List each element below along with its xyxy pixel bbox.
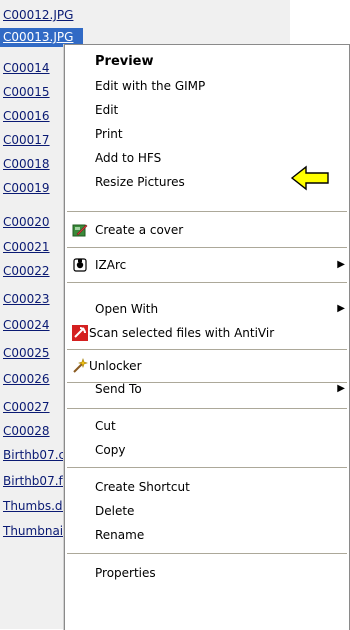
file-item[interactable]: Birthb07.ctl xyxy=(0,446,73,465)
menu-item-label: Properties xyxy=(95,566,156,580)
file-item[interactable]: C00021 xyxy=(0,238,50,257)
menu-item-label: Add to HFS xyxy=(95,151,162,165)
file-item[interactable]: C00023 xyxy=(0,290,50,309)
menu-item-print[interactable]: Print xyxy=(65,122,349,146)
menu-item-label: Cut xyxy=(95,419,116,433)
file-item[interactable]: C00014 xyxy=(0,59,50,78)
menu-item-create-shortcut[interactable]: Create Shortcut xyxy=(65,475,349,499)
yellow-left-arrow-icon xyxy=(290,164,330,192)
menu-item-open-with[interactable]: Open With ▶ xyxy=(65,297,349,321)
file-item[interactable]: C00018 xyxy=(0,155,50,174)
file-item[interactable]: C00028 xyxy=(0,422,50,441)
menu-separator xyxy=(67,553,347,554)
menu-item-label: IZArc xyxy=(95,258,127,272)
submenu-arrow-icon: ▶ xyxy=(337,259,345,270)
menu-separator xyxy=(67,247,347,248)
antivir-umbrella-icon xyxy=(72,325,88,341)
menu-item-label: Resize Pictures xyxy=(95,175,185,189)
menu-item-label: Edit with the GIMP xyxy=(95,79,206,93)
file-item[interactable]: C00019 xyxy=(0,179,50,198)
menu-item-properties[interactable]: Properties xyxy=(65,561,349,585)
file-item[interactable]: C00016 xyxy=(0,107,50,126)
menu-item-label: Copy xyxy=(95,443,126,457)
menu-item-label: Create Shortcut xyxy=(95,480,190,494)
menu-item-preview[interactable]: Preview xyxy=(65,50,349,74)
menu-separator xyxy=(67,349,347,350)
menu-item-send-to[interactable]: Send To ▶ xyxy=(65,377,349,401)
file-item[interactable]: C00012.JPG xyxy=(0,6,73,25)
file-item[interactable]: C00024 xyxy=(0,316,50,335)
file-item[interactable]: C00020 xyxy=(0,213,50,232)
file-item[interactable]: C00015 xyxy=(0,83,50,102)
menu-item-copy[interactable]: Copy xyxy=(65,438,349,462)
context-menu: Preview Edit with the GIMP Edit Print Ad… xyxy=(64,44,350,630)
file-item[interactable]: C00022 xyxy=(0,262,50,281)
menu-item-label: Preview xyxy=(95,54,154,69)
file-item[interactable]: Thumbs.db xyxy=(0,497,70,516)
file-item[interactable]: C00025 xyxy=(0,344,50,363)
menu-item-label: Rename xyxy=(95,528,145,542)
izarc-icon xyxy=(72,257,88,273)
file-item[interactable]: C00026 xyxy=(0,370,50,389)
menu-item-delete[interactable]: Delete xyxy=(65,499,349,523)
menu-item-unlocker[interactable]: Unlocker xyxy=(65,354,349,378)
menu-item-rename[interactable]: Rename xyxy=(65,523,349,547)
file-item[interactable]: C00017 xyxy=(0,131,50,150)
menu-item-label: Delete xyxy=(95,504,135,518)
menu-item-label: Open With xyxy=(95,302,159,316)
submenu-arrow-icon: ▶ xyxy=(337,383,345,394)
file-item[interactable]: C00027 xyxy=(0,398,50,417)
menu-item-scan-antivir[interactable]: Scan selected files with AntiVir xyxy=(65,321,349,345)
menu-item-edit[interactable]: Edit xyxy=(65,98,349,122)
menu-item-label: Unlocker xyxy=(89,359,142,373)
file-item[interactable]: Birthb07.fd xyxy=(0,472,70,491)
menu-separator xyxy=(67,211,347,212)
menu-separator xyxy=(67,408,347,409)
unlocker-wand-icon xyxy=(72,358,88,374)
file-item[interactable]: Thumbnail xyxy=(0,522,66,541)
menu-item-label: Create a cover xyxy=(95,223,184,237)
menu-separator xyxy=(67,467,347,468)
cover-pencil-icon xyxy=(72,222,88,238)
menu-item-label: Edit xyxy=(95,103,119,117)
menu-item-label: Scan selected files with AntiVir xyxy=(89,326,275,340)
submenu-arrow-icon: ▶ xyxy=(337,303,345,314)
menu-item-create-cover[interactable]: Create a cover xyxy=(65,218,349,242)
menu-item-cut[interactable]: Cut xyxy=(65,414,349,438)
menu-item-label: Print xyxy=(95,127,123,141)
menu-item-label: Send To xyxy=(95,382,142,396)
menu-item-edit-gimp[interactable]: Edit with the GIMP xyxy=(65,74,349,98)
menu-item-izarc[interactable]: IZArc ▶ xyxy=(65,253,349,277)
menu-separator xyxy=(67,282,347,283)
